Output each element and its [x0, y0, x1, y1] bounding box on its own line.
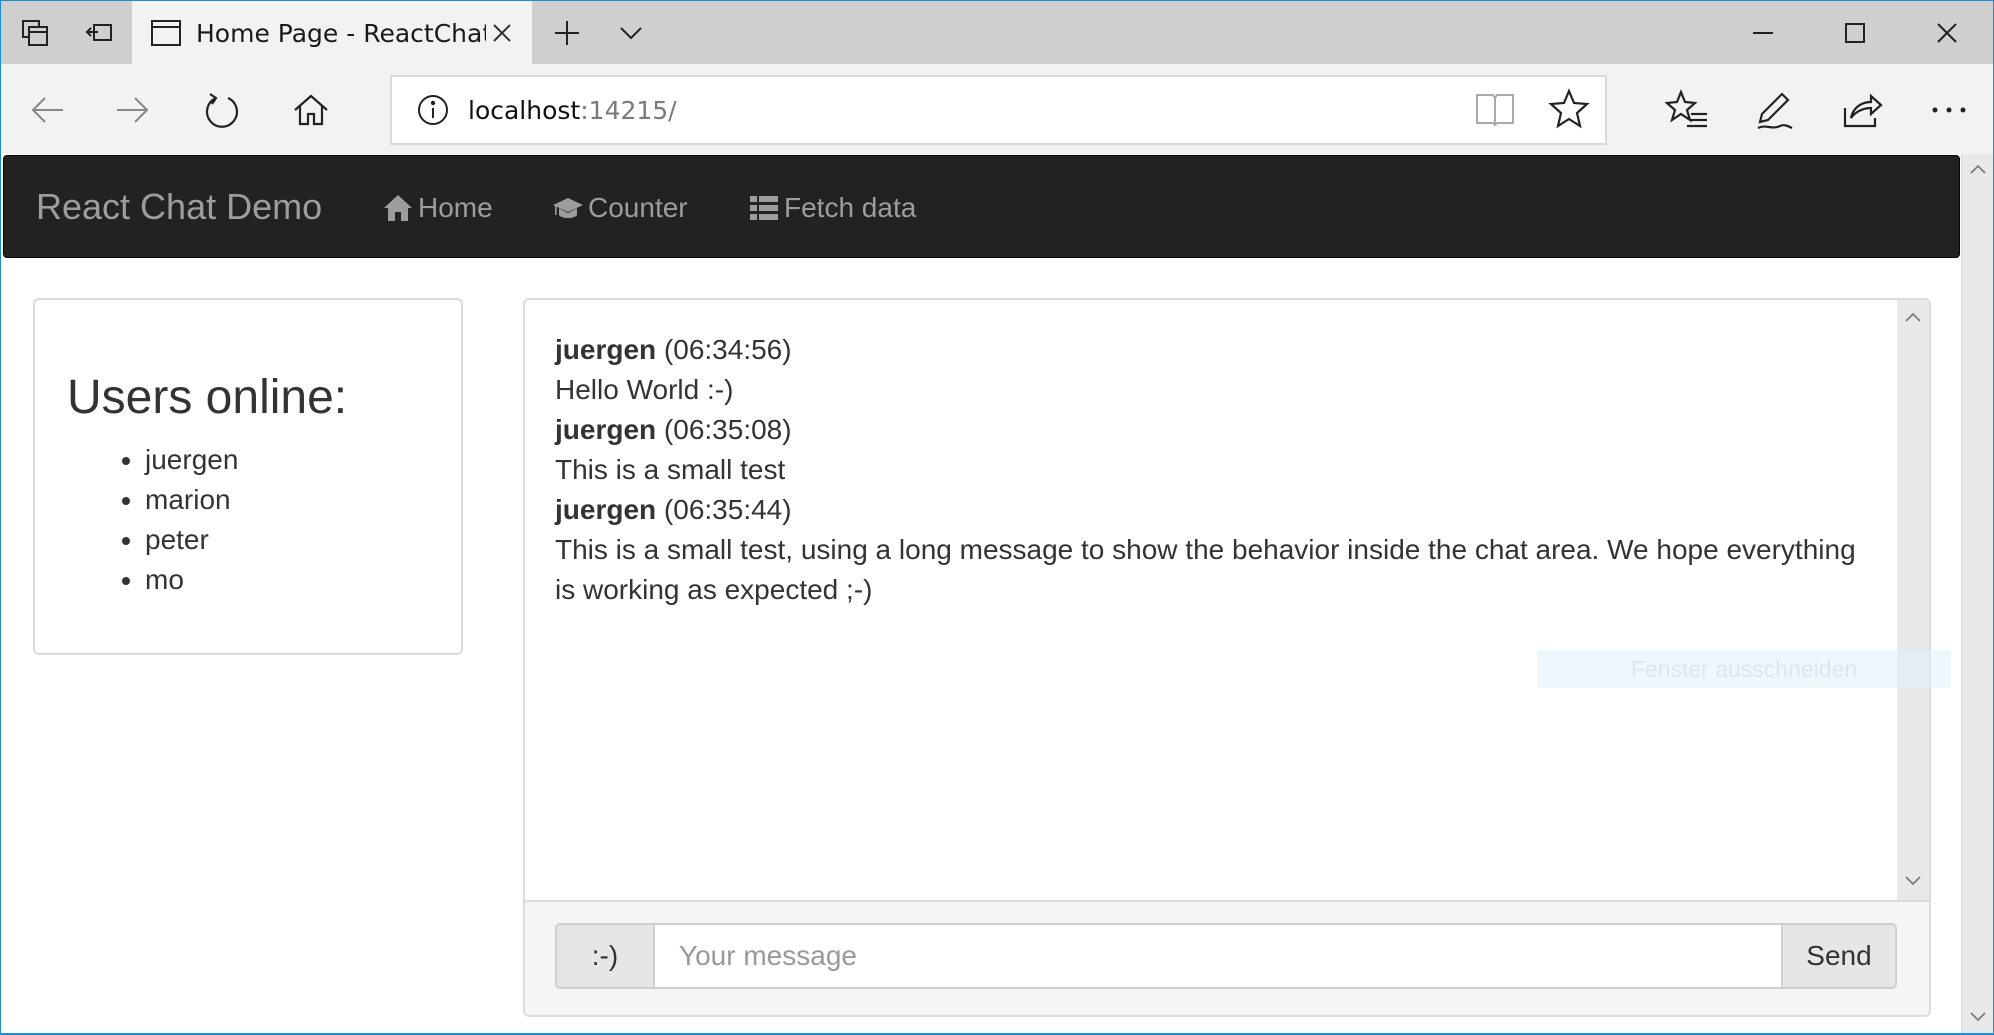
users-list: juergen marion peter mo — [145, 440, 238, 600]
app-navbar: React Chat Demo Home Counter Fetch data — [3, 155, 1960, 258]
home-icon — [294, 94, 328, 126]
chevron-down-icon[interactable] — [1903, 870, 1923, 890]
users-online-title: Users online: — [67, 371, 348, 424]
arrow-left-icon — [31, 97, 63, 123]
page-viewport: React Chat Demo Home Counter Fetch data … — [0, 154, 1994, 1035]
nav-link-home[interactable]: Home — [382, 192, 493, 224]
message-time: (06:34:56) — [663, 334, 792, 365]
chat-message-list: juergen (06:34:56) Hello World :-) juerg… — [525, 300, 1899, 900]
tab-close-button[interactable] — [486, 17, 518, 49]
arrow-right-icon — [117, 97, 149, 123]
navbar-brand[interactable]: React Chat Demo — [36, 186, 322, 228]
tab-title: Home Page - ReactChat — [196, 18, 486, 48]
refresh-icon — [205, 93, 239, 128]
chevron-up-icon[interactable] — [1903, 308, 1923, 328]
minimize-button[interactable] — [1717, 1, 1809, 65]
home-button[interactable] — [283, 82, 339, 138]
favorite-star-icon[interactable] — [1547, 87, 1591, 131]
chevron-down-icon — [620, 27, 642, 40]
message-time: (06:35:44) — [663, 494, 792, 525]
message-time: (06:35:08) — [663, 414, 792, 445]
nav-link-fetch-data[interactable]: Fetch data — [748, 192, 916, 224]
close-icon — [493, 24, 511, 42]
new-tab-button[interactable] — [535, 1, 599, 65]
tab-list-icon — [22, 20, 48, 46]
maximize-button[interactable] — [1809, 1, 1901, 65]
address-field[interactable]: localhost:14215/ — [390, 75, 1607, 145]
plus-icon — [555, 21, 579, 45]
tab-preview-button[interactable] — [599, 1, 663, 65]
user-item: mo — [145, 560, 238, 600]
pen-icon — [1757, 92, 1793, 130]
favorites-button[interactable] — [1659, 82, 1715, 138]
message-header: juergen (06:35:44) — [555, 490, 1869, 530]
browser-address-bar: localhost:14215/ — [0, 64, 1994, 154]
nav-link-label: Home — [418, 192, 493, 223]
minimize-icon — [1753, 32, 1773, 34]
user-item: marion — [145, 480, 238, 520]
tab-list-button[interactable] — [3, 1, 67, 65]
page-scrollbar[interactable] — [1961, 154, 1993, 1033]
message-header: juergen (06:34:56) — [555, 330, 1869, 370]
reading-view-icon[interactable] — [1473, 87, 1517, 131]
url-port-path: :14215/ — [580, 95, 677, 125]
chevron-up-icon[interactable] — [1968, 160, 1988, 180]
message-input[interactable] — [655, 923, 1781, 989]
tabs-aside-icon — [85, 24, 112, 41]
close-window-button[interactable] — [1901, 1, 1993, 65]
favorites-list-icon — [1665, 89, 1707, 128]
nav-link-label: Fetch data — [784, 192, 917, 223]
message-text: This is a small test, using a long messa… — [555, 534, 1856, 605]
more-button[interactable] — [1921, 82, 1977, 138]
back-button[interactable] — [19, 82, 75, 138]
share-button[interactable] — [1833, 82, 1889, 138]
chat-message: juergen (06:35:44) This is a small test,… — [555, 490, 1869, 610]
send-button[interactable]: Send — [1781, 923, 1897, 989]
chat-input-footer: :-) Send — [525, 900, 1929, 1015]
snip-window-tooltip: Fenster ausschneiden — [1537, 650, 1951, 688]
message-author: juergen — [555, 334, 657, 365]
home-icon — [384, 195, 412, 221]
share-icon — [1843, 93, 1883, 128]
tab-home-page[interactable]: Home Page - ReactChat — [132, 1, 532, 65]
chat-message: juergen (06:35:08) This is a small test — [555, 410, 1869, 490]
message-text: This is a small test — [555, 454, 786, 485]
forward-button[interactable] — [105, 82, 161, 138]
users-online-panel: Users online: juergen marion peter mo — [33, 298, 463, 655]
maximize-icon — [1845, 23, 1865, 43]
chevron-down-icon[interactable] — [1968, 1006, 1988, 1026]
message-header: juergen (06:35:08) — [555, 410, 1869, 450]
info-icon[interactable] — [416, 93, 450, 127]
web-note-button[interactable] — [1746, 82, 1802, 138]
message-author: juergen — [555, 414, 657, 445]
page-icon — [151, 20, 181, 46]
chat-scrollbar[interactable] — [1897, 300, 1929, 900]
nav-link-counter[interactable]: Counter — [552, 192, 688, 224]
message-input-group: :-) Send — [555, 923, 1897, 989]
nav-link-label: Counter — [588, 192, 688, 223]
th-list-icon — [750, 196, 778, 220]
user-item: juergen — [145, 440, 238, 480]
close-icon — [1937, 23, 1957, 43]
message-text: Hello World :-) — [555, 374, 734, 405]
emoji-button[interactable]: :-) — [555, 923, 655, 989]
graduation-cap-icon — [553, 198, 583, 218]
browser-tab-bar: Home Page - ReactChat — [0, 0, 1994, 65]
chat-message: juergen (06:34:56) Hello World :-) — [555, 330, 1869, 410]
user-item: peter — [145, 520, 238, 560]
message-author: juergen — [555, 494, 657, 525]
refresh-button[interactable] — [194, 82, 250, 138]
more-dots-icon — [1932, 107, 1966, 113]
tabs-aside-button[interactable] — [67, 1, 131, 65]
url-text: localhost:14215/ — [468, 96, 677, 125]
url-host: localhost — [468, 95, 581, 125]
